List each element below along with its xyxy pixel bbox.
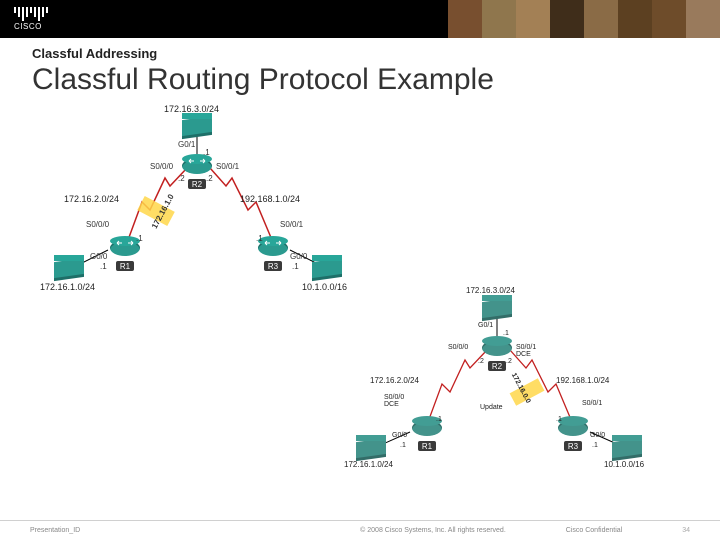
- diagram-area: R2 R1 R3 172.16.3.0/24 172.16.2.0/24 192…: [0, 100, 720, 510]
- router-label: R3: [264, 261, 282, 271]
- router-icon: [182, 158, 212, 174]
- header-bar: CISCO: [0, 0, 720, 38]
- switch-r2-top-b: [482, 300, 512, 316]
- router-label: R2: [488, 361, 506, 371]
- ip-label: .1: [592, 442, 598, 449]
- net-label: 192.168.1.0/24: [556, 376, 609, 385]
- iface-label: S0/0/1: [582, 400, 602, 407]
- confidential: Cisco Confidential: [566, 527, 622, 534]
- switch-r3-right-b: [612, 440, 642, 456]
- iface-label: S0/0/1: [216, 162, 239, 171]
- switch-r2-top-a: [182, 118, 212, 134]
- net-label: 10.1.0.0/16: [604, 460, 644, 469]
- switch-r1-left-a: [54, 260, 84, 276]
- switch-icon: [182, 116, 212, 136]
- router-r1-a: R1: [110, 240, 140, 274]
- router-label: R1: [116, 261, 134, 271]
- net-label: 172.16.3.0/24: [164, 104, 219, 114]
- net-label: 172.16.2.0/24: [64, 194, 119, 204]
- presentation-id: Presentation_ID: [30, 527, 80, 534]
- copyright: © 2008 Cisco Systems, Inc. All rights re…: [360, 527, 506, 534]
- iface-label: G0/0: [290, 252, 307, 261]
- switch-r1-left-b: [356, 440, 386, 456]
- net-label: 10.1.0.0/16: [302, 282, 347, 292]
- switch-icon: [612, 438, 642, 458]
- switch-icon: [356, 438, 386, 458]
- router-label: R3: [564, 441, 582, 451]
- switch-icon: [312, 258, 342, 278]
- net-label: 172.16.3.0/24: [466, 286, 515, 295]
- header-photo-mosaic: [448, 0, 720, 38]
- iface-label: S0/0/0: [448, 344, 468, 351]
- iface-label: G0/0: [392, 432, 407, 439]
- ip-label: .2: [178, 174, 185, 183]
- iface-label: G0/1: [478, 322, 493, 329]
- iface-label: S0/0/1: [280, 220, 303, 229]
- ip-label: .2: [206, 174, 213, 183]
- net-label: 172.16.2.0/24: [370, 376, 419, 385]
- iface-label: S0/0/0: [86, 220, 109, 229]
- net-label: 172.16.1.0/24: [344, 460, 393, 469]
- iface-label: G0/1: [178, 140, 195, 149]
- router-r3-a: R3: [258, 240, 288, 274]
- iface-label: S0/0/1 DCE: [516, 344, 536, 358]
- switch-r3-right-a: [312, 260, 342, 276]
- slide-title: Classful Routing Protocol Example: [32, 63, 720, 96]
- router-r1-b: R1: [412, 420, 442, 454]
- ip-label: .1: [256, 234, 263, 243]
- ip-label: .1: [203, 148, 210, 157]
- router-icon: [558, 420, 588, 436]
- page-number: 34: [682, 527, 690, 534]
- router-r2-b: R2: [482, 340, 512, 374]
- router-label: R2: [188, 179, 206, 189]
- iface-label: S0/0/0 DCE: [384, 394, 404, 408]
- iface-label: G0/0: [590, 432, 605, 439]
- ip-label: .2: [506, 358, 512, 365]
- iface-label: G0/0: [90, 252, 107, 261]
- footer: Presentation_ID © 2008 Cisco Systems, In…: [0, 520, 720, 534]
- update-word-b: Update: [480, 404, 503, 411]
- iface-label: S0/0/0: [150, 162, 173, 171]
- ip-label: .1: [292, 262, 299, 271]
- router-label: R1: [418, 441, 436, 451]
- cisco-wordmark: CISCO: [14, 23, 48, 32]
- switch-icon: [482, 298, 512, 318]
- ip-label: .1: [503, 330, 509, 337]
- ip-label: .1: [556, 416, 562, 423]
- router-r3-b: R3: [558, 420, 588, 454]
- slide-kicker: Classful Addressing: [32, 46, 720, 61]
- ip-label: .1: [436, 416, 442, 423]
- cisco-logo: CISCO: [14, 7, 48, 32]
- ip-label: .1: [100, 262, 107, 271]
- ip-label: .1: [136, 234, 143, 243]
- cisco-bars-icon: [14, 7, 48, 21]
- router-icon: [482, 340, 512, 356]
- net-label: 192.168.1.0/24: [240, 194, 300, 204]
- net-label: 172.16.1.0/24: [40, 282, 95, 292]
- switch-icon: [54, 258, 84, 278]
- ip-label: .1: [400, 442, 406, 449]
- ip-label: .2: [478, 358, 484, 365]
